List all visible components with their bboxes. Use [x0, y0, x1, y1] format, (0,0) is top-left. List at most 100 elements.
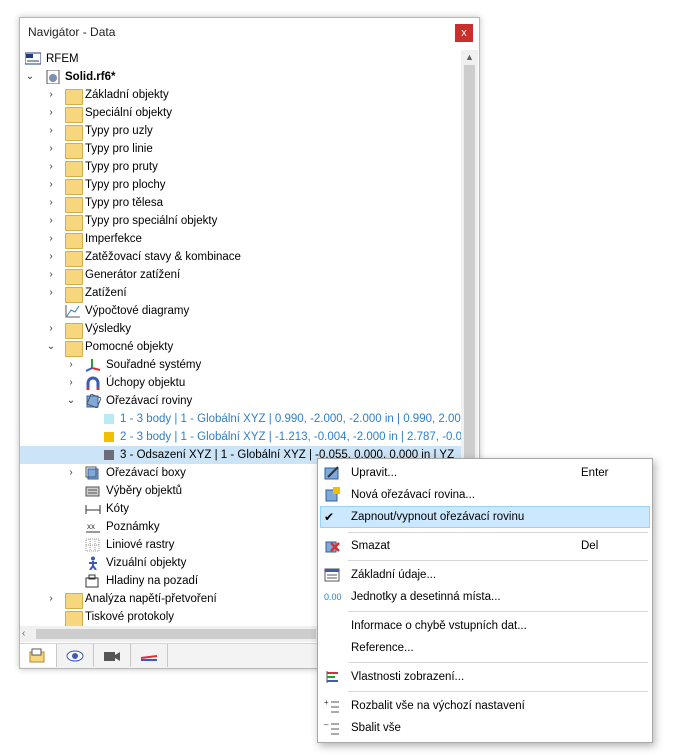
- new-clipping-plane-icon: [324, 487, 340, 503]
- svg-text:xx: xx: [87, 522, 95, 531]
- scroll-up-icon[interactable]: ▲: [461, 50, 478, 64]
- menu-item-display-properties[interactable]: Vlastnosti zobrazení...: [320, 666, 650, 688]
- menu-item-label: Jednotky a desetinná místa...: [351, 591, 501, 603]
- folder-icon: [65, 593, 83, 609]
- tree-item-label: Generátor zatížení: [85, 269, 181, 281]
- title-bar: Navigátor - Data x: [20, 18, 479, 46]
- expand-chevron-icon[interactable]: ›: [66, 356, 76, 374]
- expand-chevron-icon[interactable]: ›: [46, 266, 56, 284]
- tab-views[interactable]: [94, 644, 131, 667]
- note-icon: xx: [85, 520, 101, 534]
- svg-text:+: +: [324, 698, 329, 707]
- menu-item-input-error-info[interactable]: Informace o chybě vstupních dat...: [320, 615, 650, 637]
- menu-item-toggle-clipping-plane[interactable]: ✔ Zapnout/vypnout ořezávací rovinu: [320, 506, 650, 528]
- expand-chevron-icon[interactable]: ›: [46, 194, 56, 212]
- menu-item-new-clipping-plane[interactable]: Nová ořezávací rovina...: [320, 484, 650, 506]
- expand-chevron-icon[interactable]: ›: [46, 590, 56, 608]
- menu-item-label: Upravit...: [351, 467, 398, 479]
- data-icon: [29, 648, 45, 663]
- menu-item-delete[interactable]: Smazat Del: [320, 535, 650, 557]
- diagram-icon: [65, 304, 81, 318]
- tree-item-label: Zatížení: [85, 287, 127, 299]
- tree-item-label: Pomocné objekty: [85, 341, 174, 353]
- expand-chevron-icon[interactable]: ›: [46, 86, 56, 104]
- layers-icon: [85, 574, 101, 588]
- expand-chevron-icon[interactable]: ›: [46, 122, 56, 140]
- folder-icon: [65, 179, 83, 195]
- tab-results[interactable]: [131, 644, 168, 667]
- tree-item-label: Imperfekce: [85, 233, 142, 245]
- tree-item-label: Liniové rastry: [106, 539, 175, 551]
- tree-item-label: Tiskové protokoly: [85, 611, 175, 623]
- folder-icon: [65, 215, 83, 231]
- folder-icon: [65, 161, 83, 177]
- tab-data[interactable]: [20, 644, 57, 667]
- folder-open-icon: [65, 341, 83, 357]
- plane-color-swatch: [104, 414, 114, 424]
- clipping-plane-label: 1 - 3 body | 1 - Globální XYZ | 0.990, -…: [120, 413, 461, 425]
- menu-separator: [348, 611, 648, 612]
- expand-chevron-icon[interactable]: ›: [66, 464, 76, 482]
- folder-icon: [65, 323, 83, 339]
- tree-item-label: Analýza napětí-přetvoření: [85, 593, 217, 605]
- tree-item-label: Hladiny na pozadí: [106, 575, 199, 587]
- clipping-plane-label: 2 - 3 body | 1 - Globální XYZ | -1.213, …: [120, 431, 461, 443]
- expand-chevron-icon[interactable]: ›: [66, 374, 76, 392]
- tree-item-label: Výpočtové diagramy: [85, 305, 190, 317]
- menu-separator: [348, 662, 648, 663]
- tree-item-label: Typy pro linie: [85, 143, 153, 155]
- expand-chevron-icon[interactable]: ›: [46, 104, 56, 122]
- tree-root-label: RFEM: [46, 53, 79, 65]
- tree-item-label: Vizuální objekty: [106, 557, 187, 569]
- collapse-chevron-icon[interactable]: ⌄: [46, 338, 56, 356]
- folder-icon: [65, 197, 83, 213]
- expand-chevron-icon[interactable]: ›: [46, 158, 56, 176]
- checkmark-icon: ✔: [324, 510, 335, 524]
- tree-item-label: Zatěžovací stavy & kombinace: [85, 251, 241, 263]
- window-title: Navigátor - Data: [28, 25, 116, 39]
- collapse-chevron-icon[interactable]: ⌄: [25, 68, 35, 86]
- tree-item-label: Typy pro uzly: [85, 125, 153, 137]
- tab-display[interactable]: [57, 644, 94, 667]
- expand-chevron-icon[interactable]: ›: [46, 284, 56, 302]
- tree-item-label: Souřadné systémy: [106, 359, 202, 371]
- folder-icon: [65, 611, 83, 626]
- collapse-chevron-icon[interactable]: ⌄: [66, 392, 76, 410]
- menu-shortcut: Del: [581, 540, 599, 552]
- tree-item-label: Kóty: [106, 503, 130, 515]
- basic-data-icon: [324, 567, 340, 583]
- menu-item-basic-data[interactable]: Základní údaje...: [320, 564, 650, 586]
- context-menu: Upravit... Enter Nová ořezávací rovina..…: [317, 458, 653, 743]
- file-icon: [45, 69, 61, 85]
- menu-item-label: Nová ořezávací rovina...: [351, 489, 476, 501]
- tree-item-label: Typy pro speciální objekty: [85, 215, 218, 227]
- menu-shortcut: Enter: [581, 467, 609, 479]
- rfem-icon: [24, 52, 42, 66]
- expand-chevron-icon[interactable]: ›: [46, 248, 56, 266]
- menu-item-label: Rozbalit vše na výchozí nastavení: [351, 700, 525, 712]
- expand-chevron-icon[interactable]: ›: [46, 140, 56, 158]
- tree-item-label: Typy pro plochy: [85, 179, 166, 191]
- expand-chevron-icon[interactable]: ›: [46, 212, 56, 230]
- clipping-plane-icon: [85, 393, 102, 409]
- menu-item-units[interactable]: 0.00 Jednotky a desetinná místa...: [320, 586, 650, 608]
- menu-separator: [348, 532, 648, 533]
- menu-item-label: Smazat: [351, 540, 390, 552]
- scrollbar-thumb[interactable]: [36, 629, 316, 639]
- selection-icon: [85, 484, 101, 498]
- tree-item-label: Typy pro tělesa: [85, 197, 163, 209]
- expand-chevron-icon[interactable]: ›: [46, 230, 56, 248]
- expand-chevron-icon[interactable]: ›: [46, 176, 56, 194]
- scroll-left-icon[interactable]: ‹: [22, 626, 34, 642]
- menu-item-edit[interactable]: Upravit... Enter: [320, 462, 650, 484]
- menu-separator: [348, 560, 648, 561]
- expand-chevron-icon[interactable]: ›: [46, 320, 56, 338]
- menu-item-references[interactable]: Reference...: [320, 637, 650, 659]
- collapse-all-icon: –: [324, 720, 340, 736]
- display-properties-icon: [324, 669, 340, 685]
- camera-icon: [104, 652, 120, 661]
- menu-item-expand-all[interactable]: + Rozbalit vše na výchozí nastavení: [320, 695, 650, 717]
- plane-color-swatch: [104, 432, 114, 442]
- close-button[interactable]: x: [455, 24, 473, 42]
- menu-item-collapse-all[interactable]: – Sbalit vše: [320, 717, 650, 739]
